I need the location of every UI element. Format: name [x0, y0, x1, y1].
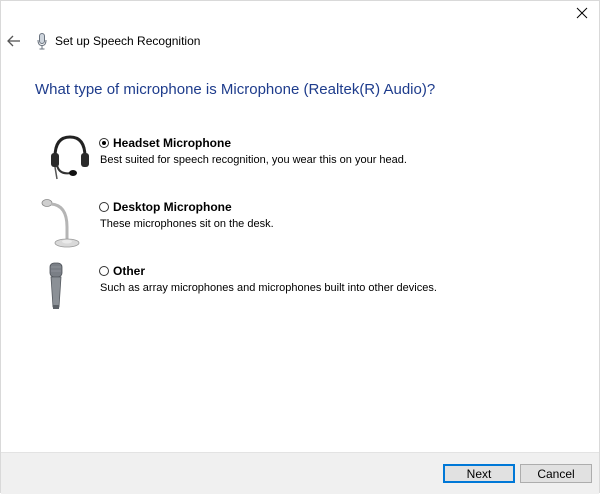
wizard-window: Set up Speech Recognition What type of m…: [0, 0, 600, 494]
wizard-header: Set up Speech Recognition: [5, 31, 200, 51]
wizard-footer: Next Cancel: [1, 452, 599, 494]
option-label: Other: [113, 264, 146, 278]
other-radio[interactable]: Other: [99, 264, 145, 278]
wizard-title: Set up Speech Recognition: [55, 34, 201, 48]
radio-button-selected[interactable]: [99, 138, 109, 148]
headset-microphone-icon: [37, 133, 93, 191]
microphone-icon: [35, 32, 49, 50]
next-button[interactable]: Next: [443, 464, 515, 483]
close-button[interactable]: [567, 1, 597, 25]
cancel-button[interactable]: Cancel: [520, 464, 592, 483]
desktop-radio[interactable]: Desktop Microphone: [99, 200, 232, 214]
close-icon[interactable]: [576, 7, 588, 19]
back-arrow-icon[interactable]: [7, 35, 21, 47]
option-description: Best suited for speech recognition, you …: [100, 154, 407, 166]
option-label: Desktop Microphone: [113, 200, 232, 214]
option-headset[interactable]: Headset Microphone Best suited for speec…: [37, 133, 557, 191]
option-other[interactable]: Other Such as array microphones and micr…: [37, 261, 557, 319]
option-description: Such as array microphones and microphone…: [100, 282, 437, 294]
radio-button[interactable]: [99, 202, 109, 212]
handheld-microphone-icon: [37, 261, 93, 319]
option-description: These microphones sit on the desk.: [100, 218, 274, 230]
option-label: Headset Microphone: [113, 136, 232, 150]
radio-button[interactable]: [99, 266, 109, 276]
back-button[interactable]: [5, 32, 23, 50]
headset-radio[interactable]: Headset Microphone: [99, 136, 231, 150]
page-heading: What type of microphone is Microphone (R…: [35, 81, 436, 98]
desktop-microphone-icon: [37, 197, 93, 255]
option-desktop[interactable]: Desktop Microphone These microphones sit…: [37, 197, 557, 255]
